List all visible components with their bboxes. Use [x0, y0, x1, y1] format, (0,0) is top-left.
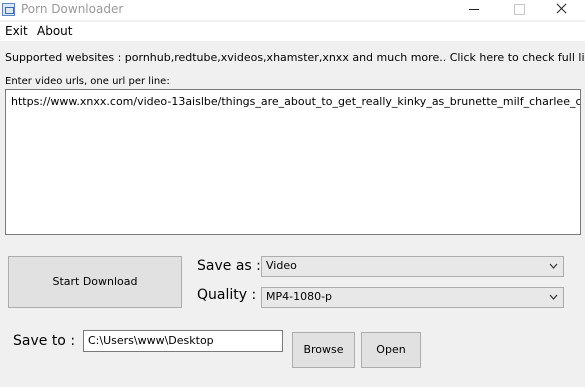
- save-to-label: Save to :: [13, 333, 76, 349]
- urls-text: https://www.xnxx.com/video-13aislbe/thin…: [11, 95, 581, 108]
- urls-textarea[interactable]: https://www.xnxx.com/video-13aislbe/thin…: [5, 89, 581, 235]
- quality-label: Quality :: [197, 287, 257, 303]
- maximize-icon[interactable]: [497, 0, 541, 20]
- title-bar: Porn Downloader: [0, 0, 585, 20]
- window-title: Porn Downloader: [21, 2, 124, 16]
- menu-item-exit[interactable]: Exit: [5, 24, 28, 39]
- save-as-value: Video: [266, 259, 297, 272]
- save-as-label: Save as :: [197, 258, 261, 274]
- save-path-input[interactable]: C:\Users\www\Desktop: [83, 330, 283, 352]
- quality-select[interactable]: MP4-1080-p: [261, 287, 564, 308]
- open-button[interactable]: Open: [361, 332, 421, 368]
- app-window: Porn Downloader Exit About Supported web…: [0, 0, 585, 387]
- urls-label: Enter video urls, one url per line:: [5, 76, 170, 87]
- close-icon[interactable]: [540, 0, 584, 20]
- chevron-down-icon: [549, 263, 558, 269]
- quality-value: MP4-1080-p: [266, 290, 333, 303]
- chevron-down-icon: [549, 294, 558, 300]
- save-as-select[interactable]: Video: [261, 256, 564, 277]
- start-download-button[interactable]: Start Download: [8, 256, 182, 308]
- browse-button[interactable]: Browse: [292, 332, 355, 368]
- menu-bar: Exit About: [0, 22, 585, 41]
- menu-item-about[interactable]: About: [37, 24, 72, 39]
- minimize-icon[interactable]: [452, 0, 496, 20]
- app-icon: [2, 3, 15, 16]
- supported-sites-link[interactable]: Supported websites : pornhub,redtube,xvi…: [5, 51, 585, 65]
